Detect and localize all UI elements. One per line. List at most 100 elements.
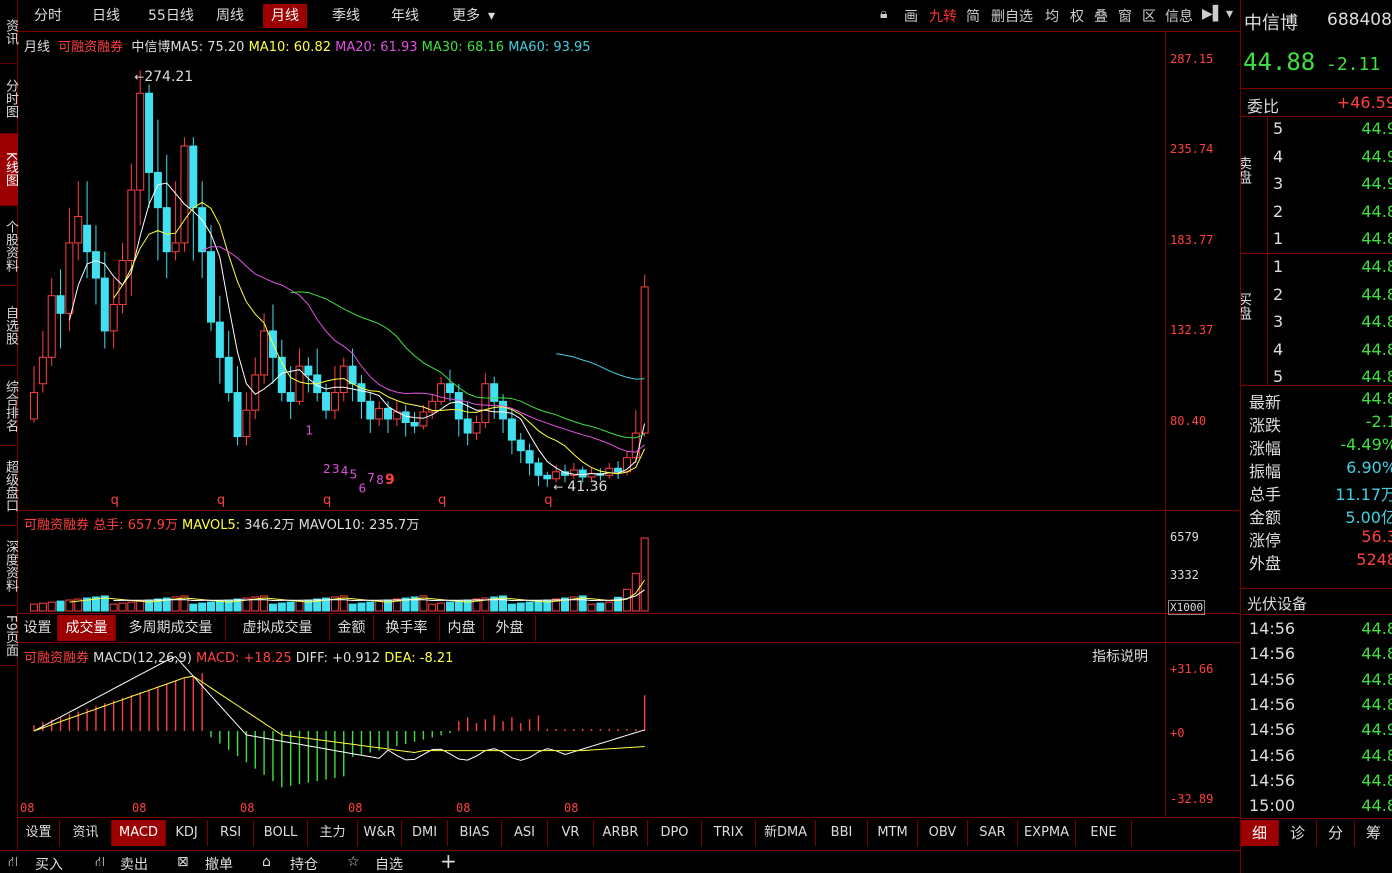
favorite-icon[interactable]: ☆: [347, 854, 360, 870]
sidebar-tab-7[interactable]: 深度资料: [0, 526, 18, 606]
period-tab-2[interactable]: 55日线: [140, 4, 202, 28]
indicator-tab-1[interactable]: 资讯: [60, 820, 112, 846]
indicator-tab-5[interactable]: BOLL: [254, 820, 308, 846]
indicator-tab-21[interactable]: ENE: [1076, 820, 1132, 846]
volume-tab-4[interactable]: 金额: [330, 615, 374, 641]
sidebar-tab-0[interactable]: 资讯: [0, 0, 18, 64]
home-icon[interactable]: ⌂: [262, 854, 271, 870]
indicator-tab-6[interactable]: 主力: [308, 820, 358, 846]
period-tab-6[interactable]: 年线: [383, 4, 427, 28]
position-button[interactable]: 持仓: [290, 854, 318, 873]
sidebar-tab-6[interactable]: 超级盘口: [0, 446, 18, 526]
sidebar-tab-1[interactable]: 分时图: [0, 64, 18, 134]
overlay-button[interactable]: 叠: [1094, 6, 1108, 26]
period-tab-5[interactable]: 季线: [324, 4, 368, 28]
flag-icon[interactable]: ▶▌: [1202, 6, 1224, 22]
indicator-tab-10[interactable]: ASI: [502, 820, 548, 846]
volume-tab-3[interactable]: 虚拟成交量: [226, 615, 330, 641]
indicator-tab-14[interactable]: TRIX: [702, 820, 756, 846]
bid-level: 4: [1273, 339, 1284, 359]
ask-row[interactable]: 444.9: [1241, 147, 1392, 171]
window-button[interactable]: 窗: [1118, 6, 1132, 26]
indicator-tab-8[interactable]: DMI: [402, 820, 448, 846]
sector-label[interactable]: 光伏设备: [1247, 593, 1307, 614]
average-button[interactable]: 均: [1045, 6, 1059, 26]
high-price-label: 274.21: [144, 69, 193, 85]
indicator-tab-4[interactable]: RSI: [208, 820, 254, 846]
period-tab-4[interactable]: 月线: [263, 4, 307, 28]
candlestick-chart[interactable]: 274.21←41.36←12 3 4 567 8 9q q q q q: [18, 32, 1165, 510]
volume-tab-0[interactable]: 设置: [18, 615, 58, 641]
sidebar-tab-8[interactable]: F9页面: [0, 606, 18, 666]
buy-icon[interactable]: ⛙: [8, 854, 18, 872]
buy-button[interactable]: 买入: [35, 854, 63, 873]
ask-row[interactable]: 144.8: [1241, 229, 1392, 253]
indicator-tab-13[interactable]: DPO: [648, 820, 702, 846]
tick-row: 14:56 44.9: [1241, 720, 1392, 745]
candle-body: [366, 400, 375, 420]
indicator-tab-2[interactable]: MACD: [112, 820, 166, 846]
interval-button[interactable]: 区: [1142, 6, 1156, 26]
indicator-tab-19[interactable]: SAR: [968, 820, 1018, 846]
indicator-tab-7[interactable]: W&R: [358, 820, 402, 846]
bid-row[interactable]: 444.8: [1241, 340, 1392, 364]
indicator-tab-15[interactable]: 新DMA: [756, 820, 816, 846]
quote-tab-3[interactable]: 筹: [1355, 820, 1392, 846]
ask-row[interactable]: 344.9: [1241, 174, 1392, 198]
period-tab-3[interactable]: 周线: [208, 4, 252, 28]
quote-tab-2[interactable]: 分: [1317, 820, 1355, 846]
quote-tab-1[interactable]: 诊: [1279, 820, 1317, 846]
volume-tab-1[interactable]: 成交量: [58, 615, 116, 641]
sell-icon[interactable]: ⛙: [95, 854, 105, 872]
bid-row[interactable]: 144.8: [1241, 257, 1392, 281]
cancel-icon[interactable]: ⊠: [177, 854, 189, 870]
ask-row[interactable]: 244.8: [1241, 202, 1392, 226]
sidebar-tab-2[interactable]: K线图: [0, 134, 18, 206]
volume-bar: [207, 601, 215, 612]
indicator-tab-16[interactable]: BBI: [816, 820, 868, 846]
ask-row[interactable]: 544.9: [1241, 119, 1392, 143]
indicator-tab-0[interactable]: 设置: [18, 820, 60, 846]
more-chevron-icon[interactable]: ▾: [480, 4, 503, 28]
delete-favorite-button[interactable]: 删自选: [991, 6, 1033, 26]
sidebar-tab-4[interactable]: 自选股: [0, 286, 18, 366]
indicator-tab-18[interactable]: OBV: [918, 820, 968, 846]
bid-row[interactable]: 544.8: [1241, 367, 1392, 391]
volume-chart[interactable]: [18, 511, 1165, 613]
info-button[interactable]: 信息: [1165, 6, 1193, 26]
period-tab-0[interactable]: 分时: [26, 4, 70, 28]
sidebar-tab-5[interactable]: 综合排名: [0, 366, 18, 446]
volume-tab-7[interactable]: 外盘: [484, 615, 536, 641]
bid-row[interactable]: 244.8: [1241, 285, 1392, 309]
period-tab-1[interactable]: 日线: [84, 4, 128, 28]
simple-button[interactable]: 简: [966, 6, 980, 26]
ask-price: 44.8: [1361, 229, 1392, 248]
sell-button[interactable]: 卖出: [120, 854, 148, 873]
indicator-tab-11[interactable]: VR: [548, 820, 594, 846]
add-button[interactable]: +: [440, 849, 457, 873]
quote-tab-0[interactable]: 细: [1241, 820, 1279, 846]
bid-row[interactable]: 344.8: [1241, 312, 1392, 336]
draw-button[interactable]: 画: [904, 6, 918, 26]
lock-icon[interactable]: 🔒︎: [880, 6, 887, 22]
volume-tab-5[interactable]: 换手率: [374, 615, 440, 641]
volume-tab-6[interactable]: 内盘: [440, 615, 484, 641]
candle-body: [472, 421, 481, 434]
macd-chart[interactable]: [18, 643, 1165, 817]
chevron-down-icon[interactable]: ▾: [1226, 6, 1233, 22]
nine-turn-button[interactable]: 九转: [929, 6, 957, 26]
candle-body: [127, 189, 136, 261]
favorite-button[interactable]: 自选: [375, 854, 403, 873]
indicator-tab-17[interactable]: MTM: [868, 820, 918, 846]
indicator-tab-12[interactable]: ARBR: [594, 820, 648, 846]
volume-bar: [507, 603, 516, 612]
indicator-tab-20[interactable]: EXPMA: [1018, 820, 1076, 846]
volume-tab-2[interactable]: 多周期成交量: [116, 615, 226, 641]
indicator-tab-9[interactable]: BIAS: [448, 820, 502, 846]
indicator-tab-3[interactable]: KDJ: [166, 820, 208, 846]
sidebar-tab-3[interactable]: 个股资料: [0, 206, 18, 286]
cancel-order-button[interactable]: 撤单: [205, 854, 233, 873]
rights-button[interactable]: 权: [1070, 6, 1084, 26]
volume-bar: [136, 600, 145, 612]
q-mark: q: [323, 493, 331, 508]
